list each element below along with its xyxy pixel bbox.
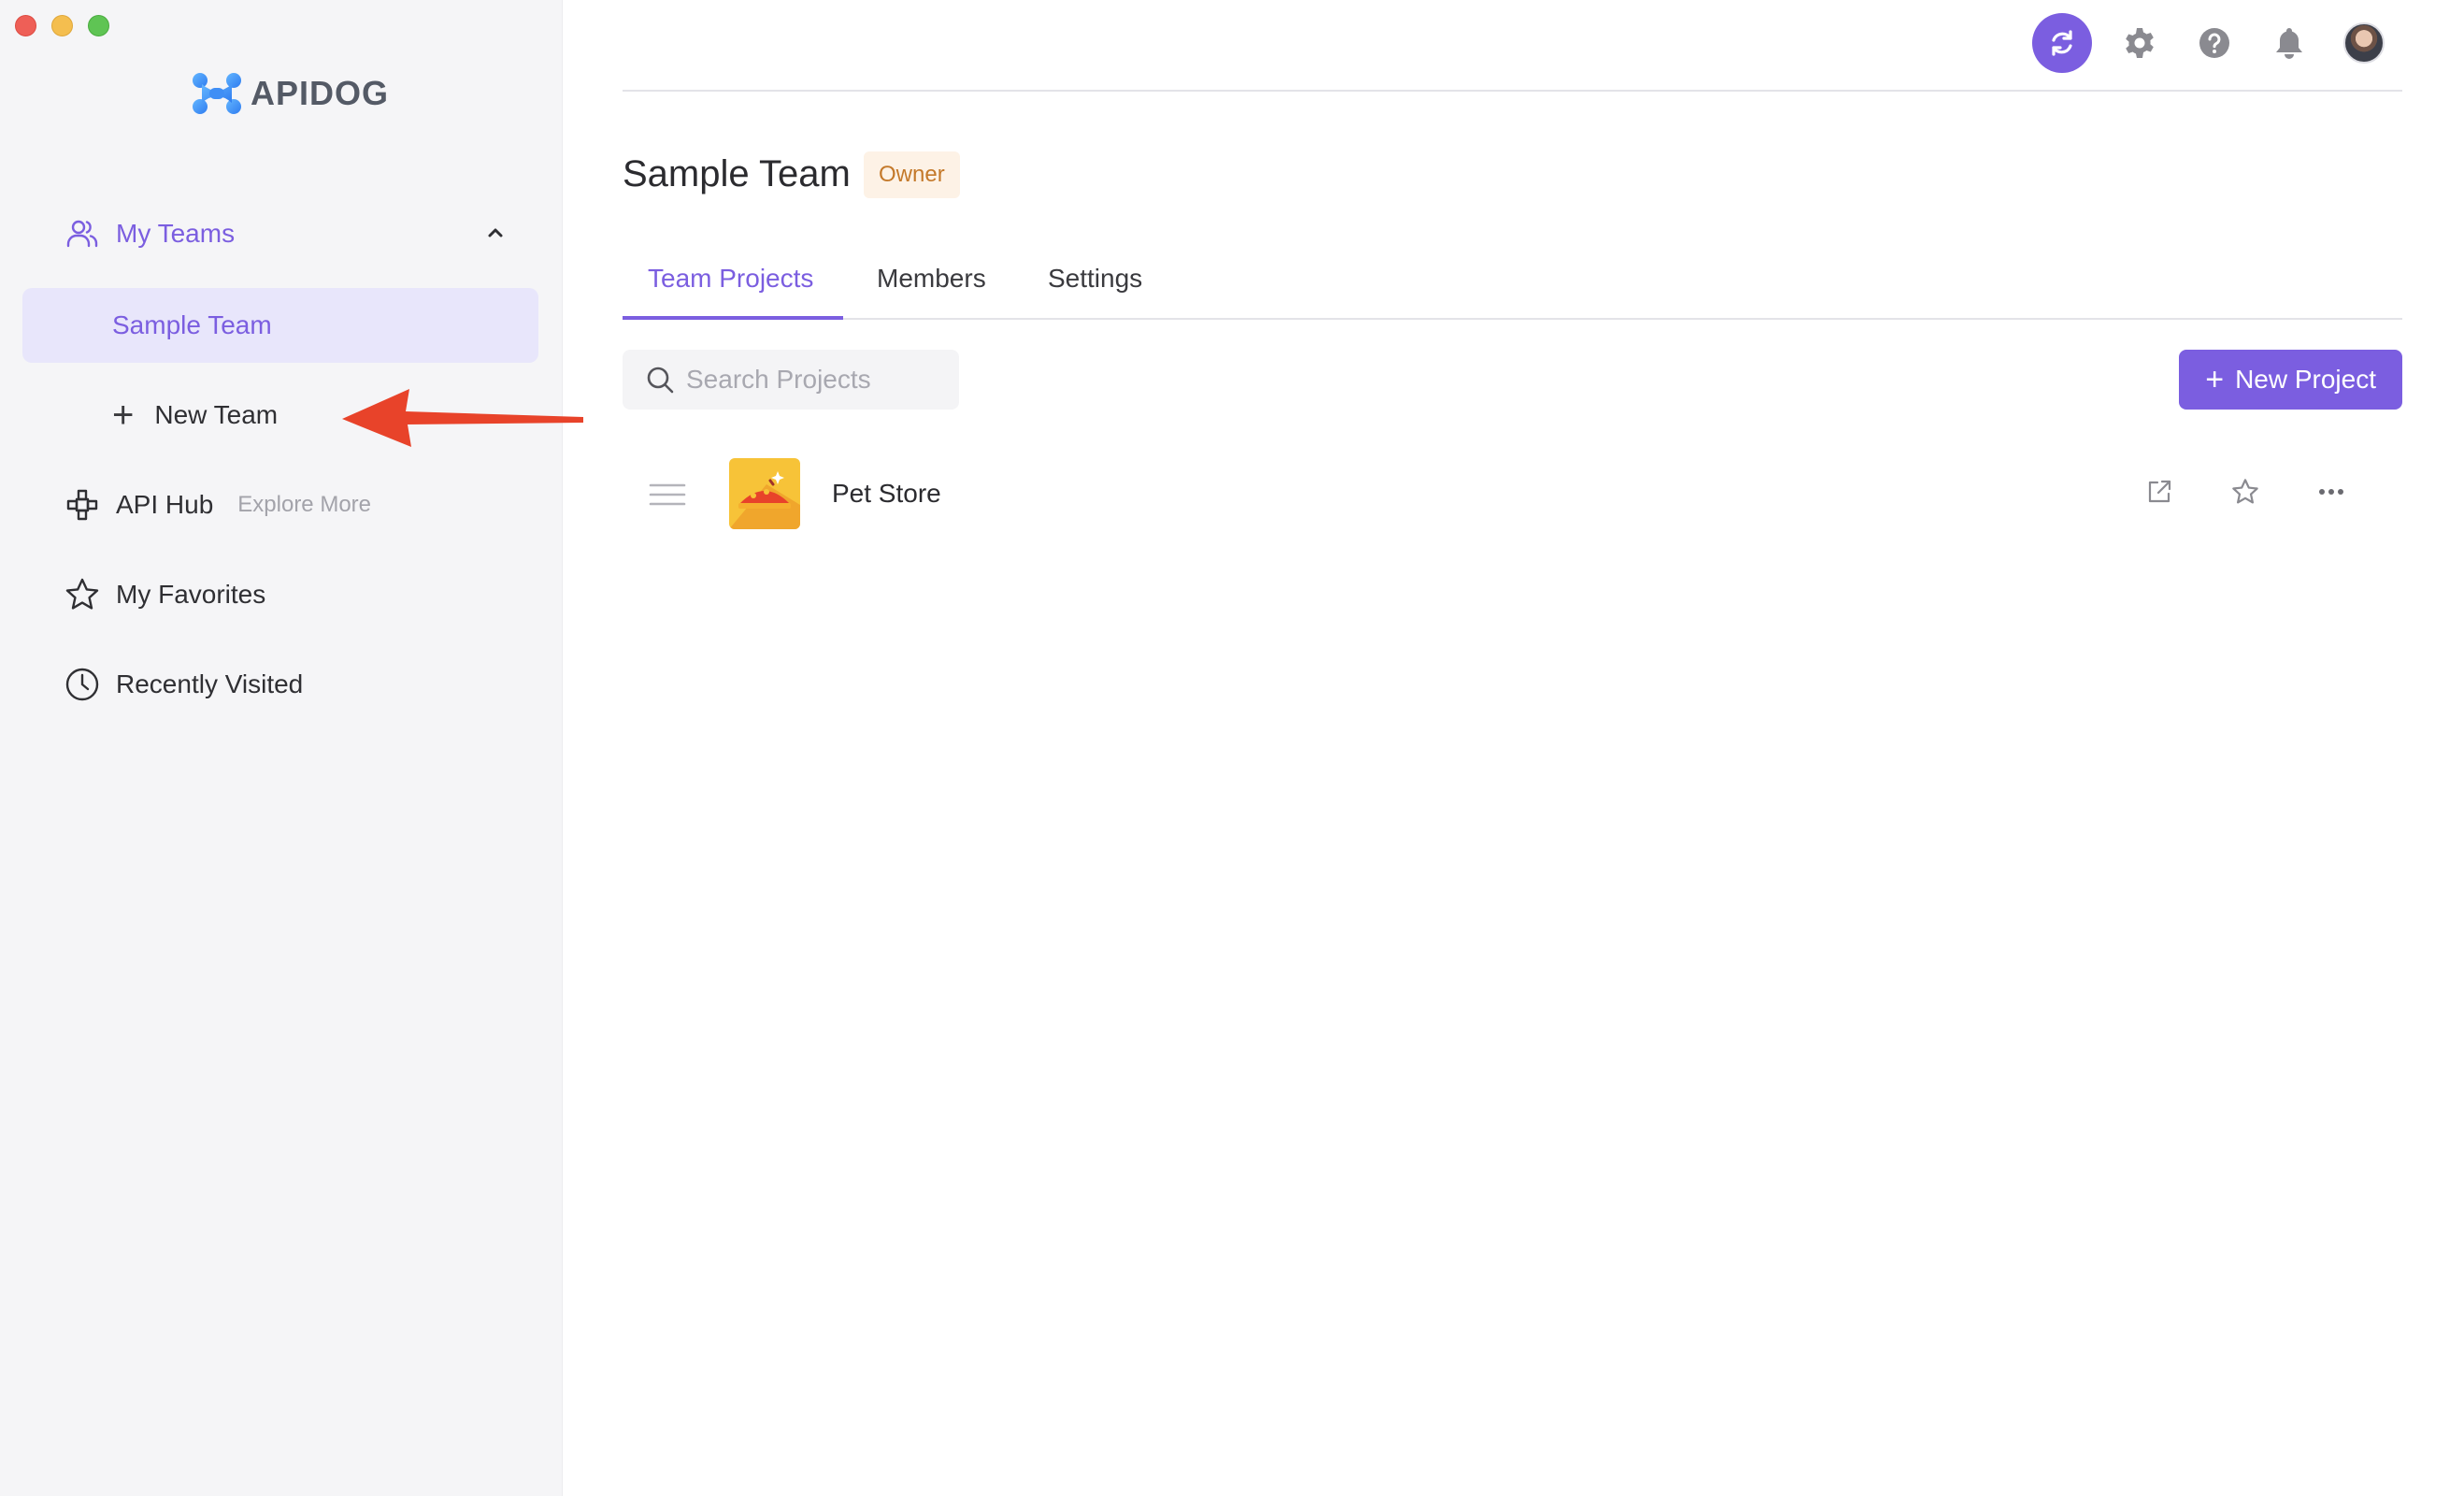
star-icon [64, 576, 101, 613]
settings-button[interactable] [2113, 16, 2167, 70]
more-options-icon[interactable] [2314, 475, 2348, 509]
users-icon [64, 215, 101, 252]
project-name[interactable]: Pet Store [832, 479, 941, 509]
plus-icon: + [112, 395, 135, 436]
explore-more-link[interactable]: Explore More [237, 492, 371, 518]
app-logo-text: APIDOG [251, 74, 390, 112]
help-button[interactable] [2187, 16, 2242, 70]
sidebar-item-label: My Favorites [116, 580, 266, 609]
window-controls [15, 15, 109, 36]
new-team-label: New Team [154, 400, 279, 429]
search-input[interactable] [686, 365, 948, 395]
drag-handle-icon[interactable] [649, 482, 686, 511]
open-in-new-window-icon[interactable] [2142, 475, 2176, 509]
sidebar-item-sample-team[interactable]: Sample Team [22, 288, 538, 363]
sidebar-item-my-teams[interactable]: My Teams [64, 215, 503, 252]
tab-settings[interactable]: Settings [1048, 264, 1142, 294]
sync-icon [2052, 30, 2072, 56]
sidebar: APIDOG My Teams Sample Team + New Team A… [0, 0, 563, 1496]
team-tabs: Team Projects Members Settings [623, 252, 2402, 320]
sidebar-item-label: Recently Visited [116, 669, 304, 698]
close-window-button[interactable] [15, 15, 36, 36]
bell-icon [2276, 28, 2302, 59]
help-icon [2199, 28, 2229, 58]
project-actions [2142, 475, 2348, 509]
new-project-label: New Project [2235, 365, 2376, 394]
maximize-window-button[interactable] [88, 15, 109, 36]
avatar [2343, 22, 2385, 64]
page-title: Sample Team [623, 153, 851, 194]
search-icon [647, 367, 674, 394]
tab-team-projects[interactable]: Team Projects [648, 264, 813, 294]
project-thumbnail [729, 458, 800, 529]
chevron-up-icon[interactable] [484, 221, 507, 251]
user-menu-button[interactable] [2337, 16, 2391, 70]
project-row[interactable]: Pet Store [623, 451, 2402, 537]
sync-button[interactable] [2032, 13, 2092, 73]
notifications-button[interactable] [2262, 16, 2316, 70]
clock-icon [64, 666, 101, 703]
top-toolbar [2032, 13, 2391, 73]
sidebar-item-my-favorites[interactable]: My Favorites [64, 576, 265, 613]
header-divider [623, 90, 2402, 92]
sidebar-item-recently-visited[interactable]: Recently Visited [64, 666, 303, 703]
annotation-arrow-icon [342, 389, 583, 447]
api-hub-icon [64, 486, 101, 524]
active-tab-indicator [623, 316, 843, 320]
sidebar-item-label: My Teams [116, 219, 236, 248]
gear-icon [2126, 28, 2154, 58]
favorite-star-icon[interactable] [2228, 475, 2262, 509]
app-logo: APIDOG [191, 67, 389, 120]
sidebar-item-label: API Hub [116, 490, 214, 519]
minimize-window-button[interactable] [51, 15, 73, 36]
pet-store-image-icon [729, 458, 800, 529]
new-team-button[interactable]: + New Team [112, 396, 278, 434]
sidebar-item-label: Sample Team [112, 310, 272, 339]
new-project-button[interactable]: + New Project [2179, 350, 2402, 410]
apidog-logo-icon [193, 73, 241, 114]
plus-icon: + [2205, 361, 2225, 397]
tab-members[interactable]: Members [877, 264, 986, 294]
role-badge: Owner [864, 151, 960, 198]
search-box [623, 350, 959, 410]
sidebar-item-api-hub[interactable]: API Hub Explore More [64, 486, 371, 524]
